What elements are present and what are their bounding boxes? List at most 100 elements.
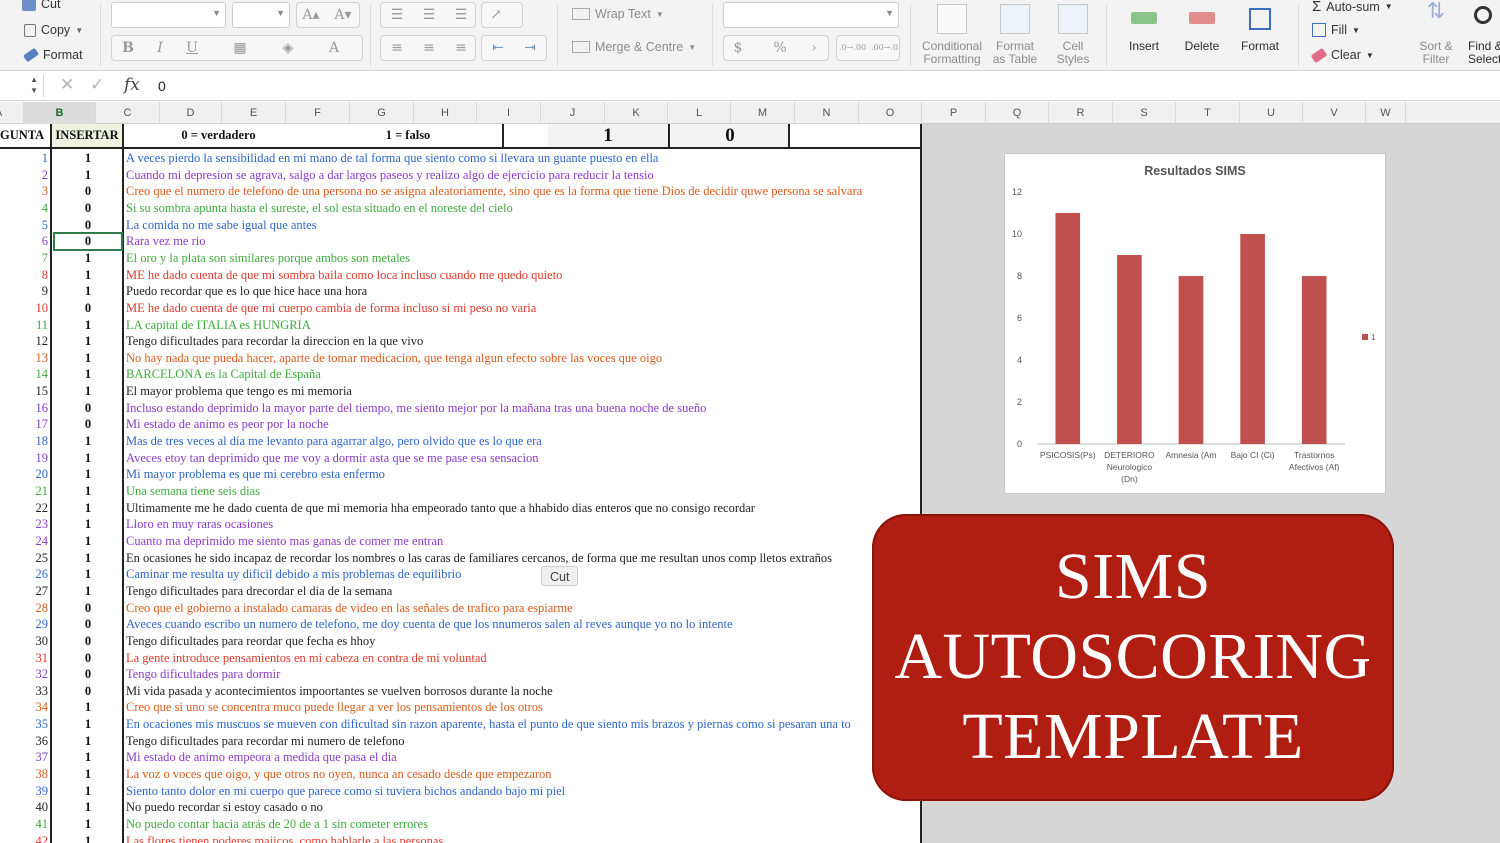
column-header-i[interactable]: I <box>477 102 541 124</box>
answer-cell[interactable]: 1 <box>54 267 122 284</box>
question-text[interactable]: La voz o voces que oigo, y que otros no … <box>126 766 552 783</box>
answer-cell[interactable]: 1 <box>54 583 122 600</box>
column-header-q[interactable]: Q <box>986 102 1049 124</box>
orientation-button[interactable]: ↗ <box>481 2 523 28</box>
question-text[interactable]: Mi mayor problema es que mi cerebro esta… <box>126 466 385 483</box>
question-text[interactable]: Las flores tienen poderes majicos, como … <box>126 833 443 843</box>
shrink-font-button[interactable]: A▾ <box>333 5 353 25</box>
answer-cell[interactable]: 0 <box>54 616 122 633</box>
number-format-dropdown[interactable]: ▼ <box>723 2 899 28</box>
increase-decimal-button[interactable]: .0→.00 <box>839 38 866 58</box>
question-text[interactable]: Rara vez me rio <box>126 233 205 250</box>
confirm-entry-icon[interactable]: ✓ <box>90 75 104 95</box>
column-header-h[interactable]: H <box>414 102 477 124</box>
question-number[interactable]: 35 <box>0 716 49 733</box>
answer-cell[interactable]: 0 <box>54 183 122 200</box>
answer-cell[interactable]: 1 <box>54 450 122 467</box>
cut-button[interactable]: Cut <box>22 0 60 11</box>
answer-cell[interactable]: 1 <box>54 749 122 766</box>
format-painter-button[interactable]: Format <box>22 47 83 63</box>
answer-cell[interactable]: 0 <box>54 300 122 317</box>
question-text[interactable]: No puedo recordar si estoy casado o no <box>126 799 323 816</box>
wrap-text-button[interactable]: Wrap Text ▼ <box>572 7 664 21</box>
question-number[interactable]: 27 <box>0 583 49 600</box>
comma-button[interactable]: › <box>804 38 824 58</box>
copy-button[interactable]: Copy ▼ <box>24 23 83 37</box>
font-color-button[interactable]: A <box>324 38 344 58</box>
header-value-true[interactable]: 1 <box>548 124 668 147</box>
question-number[interactable]: 5 <box>0 217 48 234</box>
question-text[interactable]: Mi estado de animo es peor por la noche <box>126 416 329 433</box>
question-text[interactable]: La gente introduce pensamientos en mi ca… <box>126 650 487 667</box>
align-bottom-icon[interactable]: ☰ <box>451 5 471 25</box>
answer-cell[interactable]: 1 <box>54 783 122 800</box>
question-number[interactable]: 42 <box>0 833 49 843</box>
answer-cell[interactable]: 1 <box>54 350 122 367</box>
answer-cell[interactable]: 1 <box>54 433 122 450</box>
answer-cell[interactable]: 1 <box>54 383 122 400</box>
align-right-icon[interactable]: ≡ <box>451 38 471 58</box>
question-number[interactable]: 2 <box>0 167 48 184</box>
answer-cell[interactable]: 1 <box>54 250 122 267</box>
borders-icon[interactable]: ▦ <box>230 38 250 58</box>
answer-cell[interactable]: 1 <box>54 533 122 550</box>
question-text[interactable]: Una semana tiene seis dias <box>126 483 260 500</box>
question-number[interactable]: 39 <box>0 783 49 800</box>
answer-cell[interactable]: 1 <box>54 766 122 783</box>
question-text[interactable]: El mayor problema que tengo es mi memori… <box>126 383 352 400</box>
answer-cell[interactable]: 1 <box>54 366 122 383</box>
answer-cell[interactable]: 1 <box>54 167 122 184</box>
question-text[interactable]: En ocaciones mis muscuos se mueven con d… <box>126 716 851 733</box>
find-select-button[interactable]: Find & Select <box>1468 4 1500 66</box>
answer-cell[interactable]: 1 <box>54 699 122 716</box>
cancel-entry-icon[interactable]: ✕ <box>60 75 74 95</box>
column-header-n[interactable]: N <box>795 102 859 124</box>
answer-cell[interactable]: 0 <box>54 200 122 217</box>
question-number[interactable]: 33 <box>0 683 49 700</box>
question-number[interactable]: 31 <box>0 650 49 667</box>
answer-cell[interactable]: 1 <box>54 483 122 500</box>
question-text[interactable]: La comida no me sabe igual que antes <box>126 217 317 234</box>
question-number[interactable]: 10 <box>0 300 49 317</box>
column-header-a[interactable]: A <box>0 102 24 124</box>
column-header-b[interactable]: B <box>24 102 96 124</box>
question-number[interactable]: 34 <box>0 699 49 716</box>
question-text[interactable]: Cuando mi depresion se agrava, salgo a d… <box>126 167 654 184</box>
align-left-icon[interactable]: ≡ <box>387 38 407 58</box>
format-cells-button[interactable]: Format <box>1232 4 1288 53</box>
question-text[interactable]: LA capital de ITALIA es HUNGRIA <box>126 317 311 334</box>
question-text[interactable]: ME he dado cuenta de que mi sombra baila… <box>126 267 562 284</box>
results-chart[interactable]: Resultados SIMS 0 2 4 6 8 10 12 PSICOSIS(Ps) DETE… <box>1004 153 1386 494</box>
decrease-decimal-button[interactable]: .00→.0 <box>871 38 898 58</box>
question-number[interactable]: 9 <box>0 283 48 300</box>
question-text[interactable]: Mi estado de animo empeora a medida que … <box>126 749 397 766</box>
question-number[interactable]: 28 <box>0 600 49 617</box>
question-number[interactable]: 32 <box>0 666 49 683</box>
merge-centre-button[interactable]: Merge & Centre ▼ <box>572 40 696 54</box>
column-header-d[interactable]: D <box>160 102 222 124</box>
answer-cell[interactable]: 1 <box>54 833 122 843</box>
question-text[interactable]: Siento tanto dolor en mi cuerpo que pare… <box>126 783 565 800</box>
question-number[interactable]: 3 <box>0 183 48 200</box>
question-text[interactable]: BARCELONA es la Capital de España <box>126 366 321 383</box>
question-text[interactable]: Si su sombra apunta hasta el sureste, el… <box>126 200 513 217</box>
column-header-u[interactable]: U <box>1240 102 1303 124</box>
autosum-button[interactable]: Σ Auto-sum ▼ <box>1312 0 1393 15</box>
question-number[interactable]: 19 <box>0 450 49 467</box>
question-text[interactable]: Mas de tres veces al día me levanto para… <box>126 433 542 450</box>
answer-cell[interactable]: 1 <box>54 566 122 583</box>
question-text[interactable]: No hay nada que pueda hacer, aparte de t… <box>126 350 662 367</box>
format-as-table-button[interactable]: Format as Table <box>988 4 1042 66</box>
answer-cell[interactable]: 0 <box>54 400 122 417</box>
question-number[interactable]: 17 <box>0 416 49 433</box>
percent-button[interactable]: % <box>770 38 790 58</box>
align-center-icon[interactable]: ≡ <box>419 38 439 58</box>
question-number[interactable]: 29 <box>0 616 49 633</box>
align-middle-icon[interactable]: ☰ <box>419 5 439 25</box>
answer-cell[interactable]: 1 <box>54 466 122 483</box>
question-number[interactable]: 6 <box>0 233 48 250</box>
question-text[interactable]: Caminar me resulta uy dificil debido a m… <box>126 566 461 583</box>
question-text[interactable]: Mi vida pasada y acontecimientos impoort… <box>126 683 553 700</box>
question-number[interactable]: 12 <box>0 333 49 350</box>
question-number[interactable]: 41 <box>0 816 49 833</box>
